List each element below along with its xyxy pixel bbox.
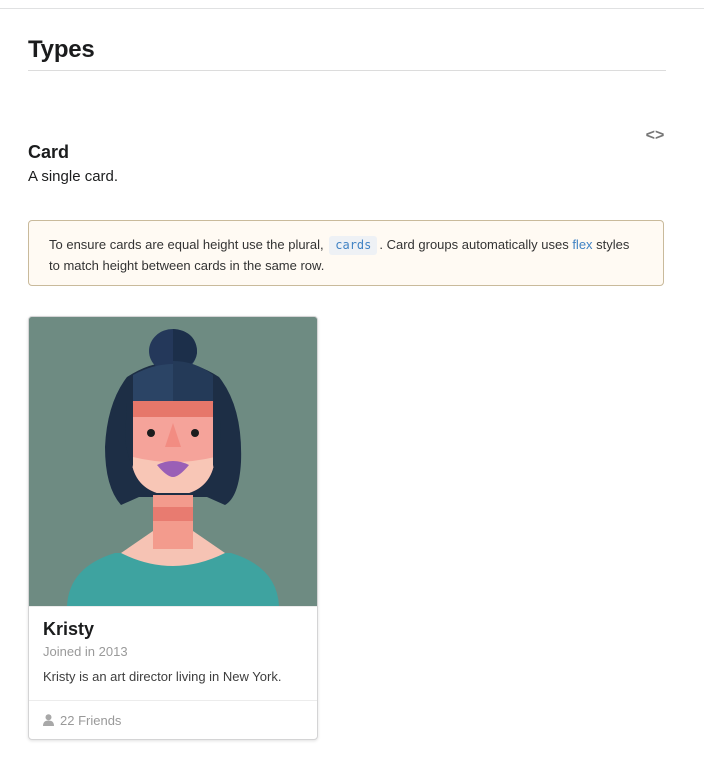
card-meta: Joined in 2013: [43, 644, 128, 659]
example-title: Card: [28, 142, 70, 162]
kristy-card[interactable]: Kristy Joined in 2013 Kristy is an art d…: [28, 316, 318, 740]
friends-count: 22 Friends: [60, 713, 122, 728]
card-extra-content: 22 Friends: [29, 700, 317, 739]
flex-link[interactable]: flex: [572, 237, 592, 252]
example-description: A single card.: [28, 168, 119, 185]
friends-link[interactable]: 22 Friends: [43, 713, 121, 728]
card-header: Kristy: [43, 619, 95, 639]
tip-text-before: To ensure cards are equal height use the…: [49, 237, 324, 252]
code-toggle-icon[interactable]: <>: [644, 127, 666, 145]
user-icon: [43, 714, 54, 726]
section-divider: [28, 70, 666, 71]
avatar-illustration: [29, 317, 317, 606]
section-title: Types: [28, 36, 95, 63]
card-content: Kristy Joined in 2013 Kristy is an art d…: [29, 606, 317, 700]
card-description: Kristy is an art director living in New …: [43, 669, 282, 684]
tip-code: cards: [329, 236, 378, 255]
tip-text-middle: . Card groups automatically uses: [379, 237, 569, 252]
card-image: [29, 317, 317, 606]
top-divider: [0, 8, 704, 9]
tip-message: To ensure cards are equal height use the…: [28, 220, 664, 286]
